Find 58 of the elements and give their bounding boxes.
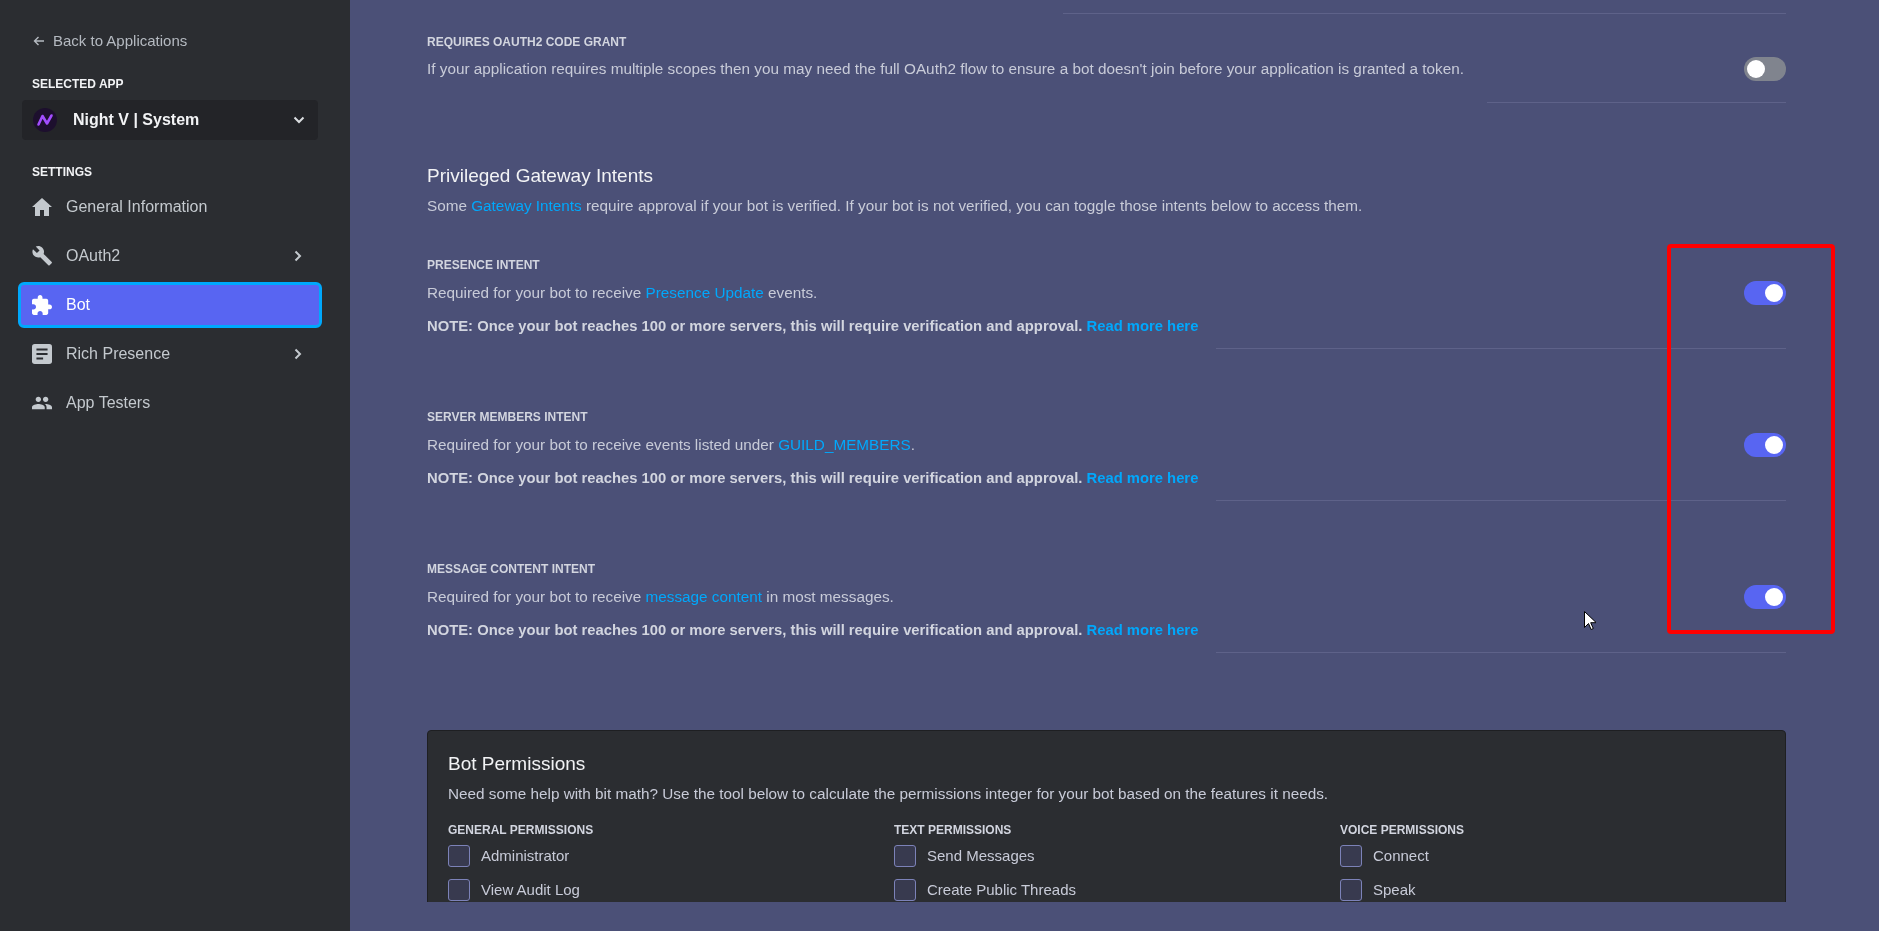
column-heading: VOICE PERMISSIONS bbox=[1340, 822, 1465, 838]
permission-label: Send Messages bbox=[927, 846, 1035, 866]
chevron-down-icon bbox=[293, 116, 305, 124]
section-title: Privileged Gateway Intents bbox=[427, 164, 653, 188]
intent-label: MESSAGE CONTENT INTENT bbox=[427, 561, 595, 577]
permission-label: View Audit Log bbox=[481, 880, 580, 900]
checkbox[interactable] bbox=[448, 879, 470, 901]
checkbox[interactable] bbox=[448, 845, 470, 867]
sidebar-item[interactable]: App Testers bbox=[18, 380, 322, 426]
card-title: Bot Permissions bbox=[448, 752, 587, 776]
permission-label: Speak bbox=[1373, 880, 1416, 900]
setting-label: REQUIRES OAUTH2 CODE GRANT bbox=[427, 34, 627, 50]
permission-label: Administrator bbox=[481, 846, 570, 866]
inline-link[interactable]: GUILD_MEMBERS bbox=[778, 436, 911, 453]
section-description: Some Gateway Intents require approval if your bot is verified. If your bot is not verified, you can toggle those intents below to access them. bbox=[427, 196, 1363, 216]
intent-note: NOTE: Once your bot reaches 100 or more servers, this will require verification and approval. Read more here bbox=[427, 621, 1199, 640]
app-logo-icon bbox=[33, 108, 57, 132]
sidebar-item[interactable]: Rich Presence bbox=[18, 331, 322, 377]
checkbox[interactable] bbox=[1340, 879, 1362, 901]
sidebar-item[interactable]: Bot bbox=[18, 282, 322, 328]
intent-label: SERVER MEMBERS INTENT bbox=[427, 409, 588, 425]
permission-label: Create Public Threads bbox=[927, 880, 1076, 900]
sidebar-item[interactable]: General Information bbox=[18, 184, 322, 230]
back-link[interactable]: Back to Applications bbox=[33, 31, 188, 51]
toggle-switch[interactable] bbox=[1744, 433, 1786, 457]
inline-link[interactable]: Presence Update bbox=[645, 284, 764, 301]
intent-description: Required for your bot to receive Presence Update events. bbox=[427, 283, 818, 303]
intent-note: NOTE: Once your bot reaches 100 or more servers, this will require verification and approval. Read more here bbox=[427, 317, 1199, 336]
toggle-switch[interactable] bbox=[1744, 281, 1786, 305]
checkbox[interactable] bbox=[894, 845, 916, 867]
app-selector-dropdown[interactable]: Night V | System bbox=[22, 100, 318, 140]
wrench-icon bbox=[32, 246, 52, 266]
inline-link[interactable]: Read more here bbox=[1086, 318, 1199, 334]
inline-link[interactable]: Gateway Intents bbox=[471, 197, 582, 214]
toggle-switch[interactable] bbox=[1744, 585, 1786, 609]
checkbox[interactable] bbox=[894, 879, 916, 901]
section-heading: SETTINGS bbox=[32, 164, 92, 180]
section-heading: SELECTED APP bbox=[32, 76, 124, 92]
puzzle-piece-icon bbox=[32, 295, 52, 315]
mouse-pointer-icon bbox=[1584, 611, 1596, 630]
setting-description: If your application requires multiple scopes then you may need the full OAuth2 flow to ensure a bot doesn't join before your application is granted a token. bbox=[427, 59, 1464, 79]
toggle-switch[interactable] bbox=[1744, 57, 1786, 81]
permission-label: Connect bbox=[1373, 846, 1429, 866]
sidebar-item[interactable]: OAuth2 bbox=[18, 233, 322, 279]
document-icon bbox=[32, 344, 52, 364]
column-heading: GENERAL PERMISSIONS bbox=[448, 822, 594, 838]
arrow-left-icon bbox=[33, 36, 45, 46]
home-icon bbox=[32, 197, 52, 217]
checkbox[interactable] bbox=[1340, 845, 1362, 867]
inline-link[interactable]: message content bbox=[645, 588, 763, 605]
card-description: Need some help with bit math? Use the tool below to calculate the permissions integer for your bot based on the features it needs. bbox=[448, 784, 1330, 804]
intent-description: Required for your bot to receive events listed under GUILD_MEMBERS. bbox=[427, 435, 916, 455]
inline-link[interactable]: Read more here bbox=[1086, 470, 1199, 486]
intent-note: NOTE: Once your bot reaches 100 or more servers, this will require verification and approval. Read more here bbox=[427, 469, 1199, 488]
intent-label: PRESENCE INTENT bbox=[427, 257, 540, 273]
inline-link[interactable]: Read more here bbox=[1086, 622, 1199, 638]
intent-description: Required for your bot to receive message content in most messages. bbox=[427, 587, 894, 607]
column-heading: TEXT PERMISSIONS bbox=[894, 822, 1012, 838]
